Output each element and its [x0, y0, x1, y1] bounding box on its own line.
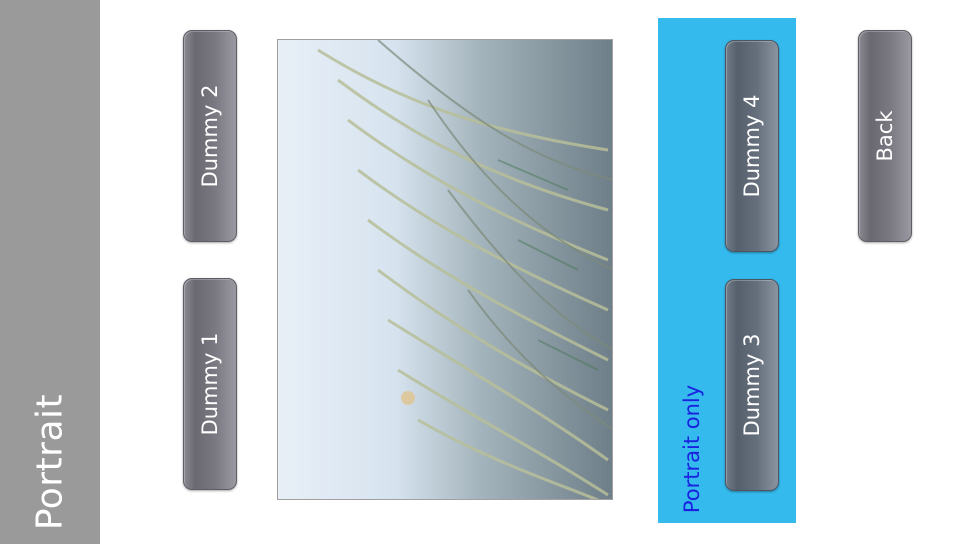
page-title: Portrait	[29, 393, 71, 531]
photo-graphic	[278, 40, 612, 499]
dummy-3-label: Dummy 3	[740, 333, 764, 437]
dummy-2-label: Dummy 2	[198, 84, 222, 188]
dummy-1-button[interactable]: Dummy 1	[183, 278, 237, 490]
back-label: Back	[873, 110, 897, 162]
portrait-only-label: Portrait only	[680, 384, 704, 514]
dummy-2-button[interactable]: Dummy 2	[183, 30, 237, 242]
photo-image	[277, 39, 613, 500]
dummy-1-label: Dummy 1	[198, 332, 222, 436]
dummy-3-button[interactable]: Dummy 3	[725, 279, 779, 491]
dummy-4-button[interactable]: Dummy 4	[725, 40, 779, 252]
sidebar: Portrait	[0, 0, 100, 544]
dummy-4-label: Dummy 4	[740, 94, 764, 198]
back-button[interactable]: Back	[858, 30, 912, 242]
